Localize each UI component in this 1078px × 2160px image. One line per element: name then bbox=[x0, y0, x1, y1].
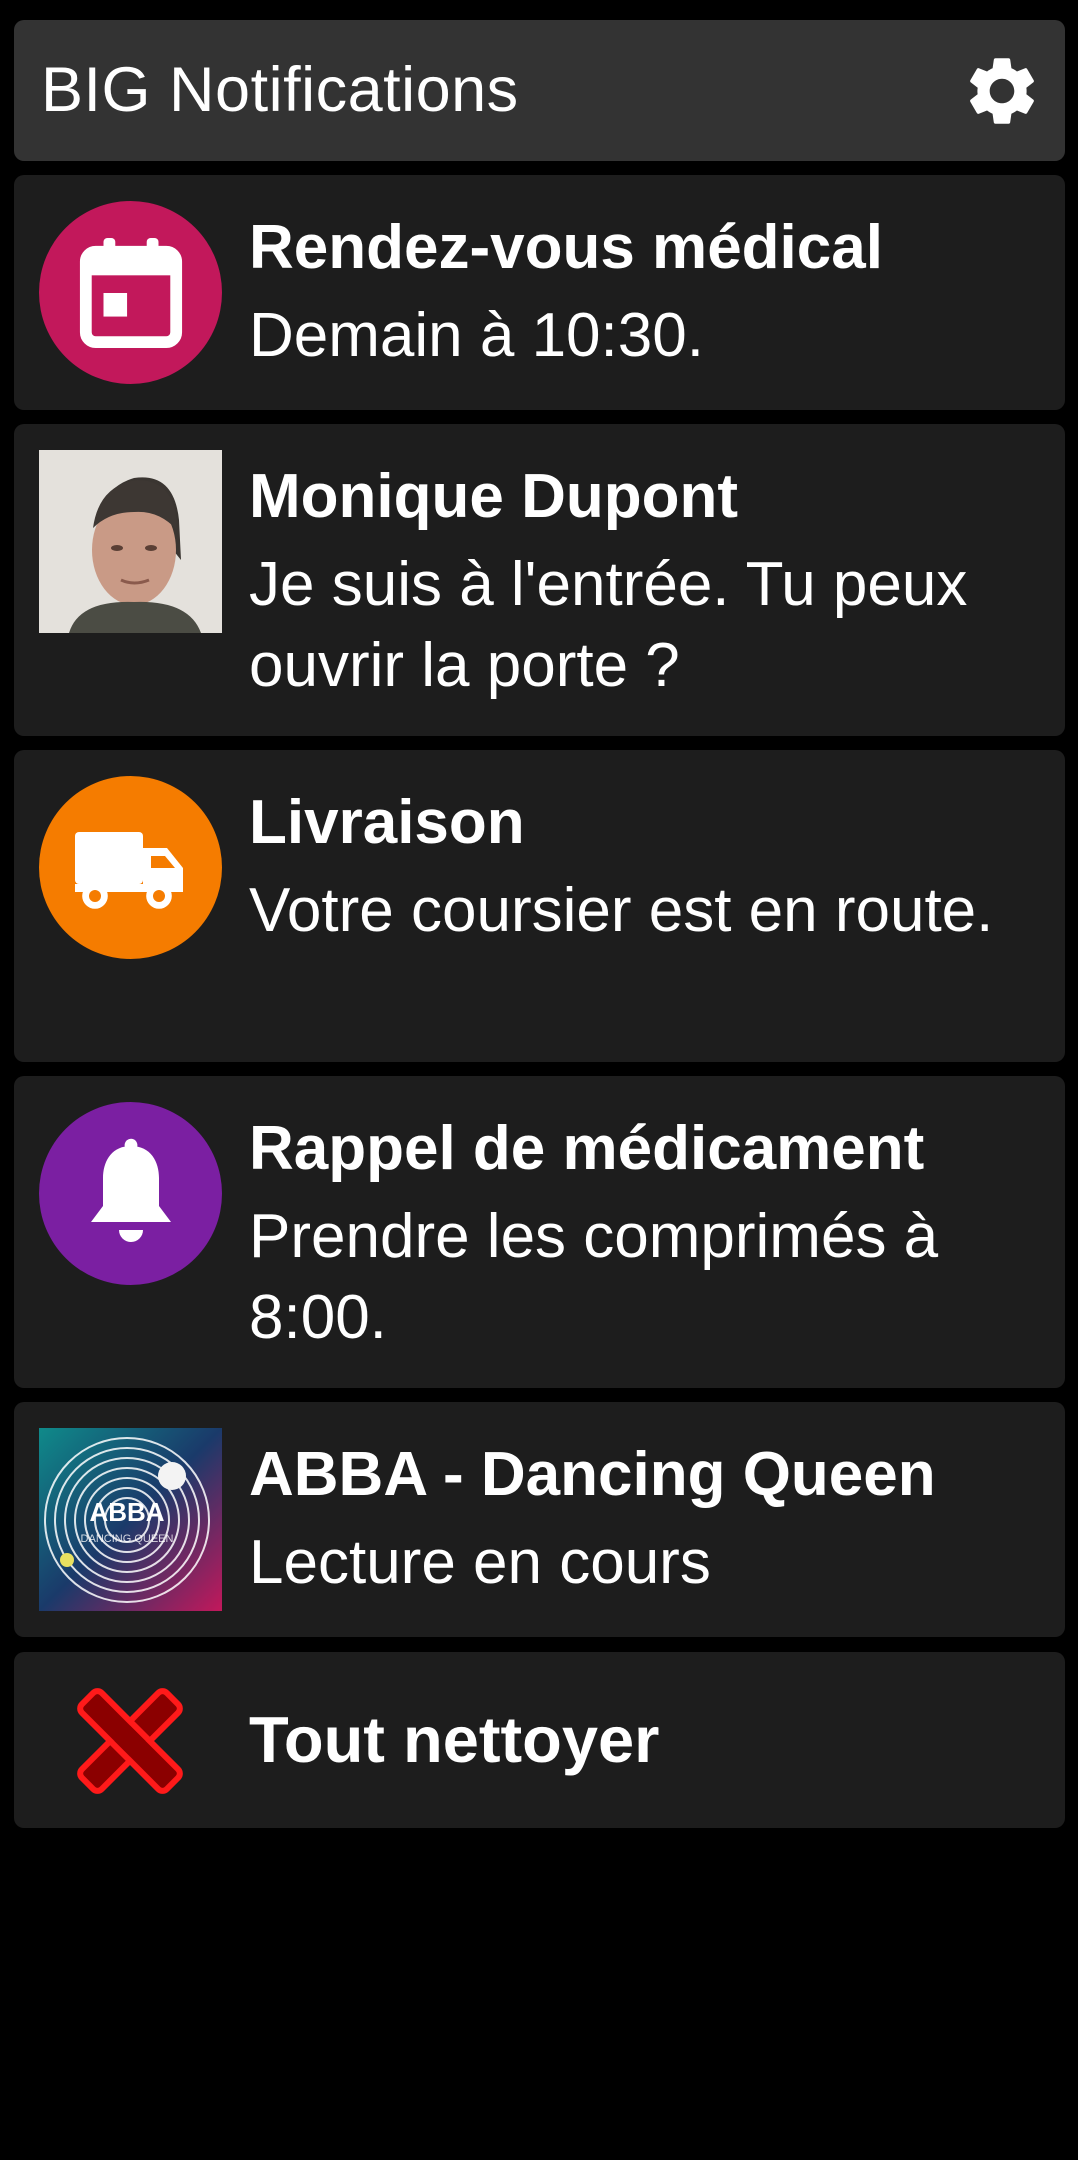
notification-medication[interactable]: Rappel de médicament Prendre les comprim… bbox=[14, 1076, 1065, 1388]
notification-title: Livraison bbox=[249, 788, 525, 857]
notification-title: Rendez-vous médical bbox=[249, 213, 883, 282]
notification-appointment[interactable]: Rendez-vous médical Demain à 10:30. bbox=[14, 175, 1065, 410]
delivery-icon-badge bbox=[39, 776, 222, 959]
notification-body: Votre coursier est en route. bbox=[249, 876, 994, 945]
notification-delivery[interactable]: Livraison Votre coursier est en route. bbox=[14, 750, 1065, 1062]
contact-avatar bbox=[39, 450, 222, 633]
notification-body: Prendre les comprimés à 8:00. bbox=[249, 1202, 939, 1352]
notification-body: Lecture en cours bbox=[249, 1528, 711, 1597]
bell-icon bbox=[90, 1138, 171, 1242]
album-art: ABBA DANCING QUEEN bbox=[39, 1428, 222, 1611]
clear-all-button[interactable]: Tout nettoyer bbox=[14, 1652, 1065, 1828]
truck-icon bbox=[74, 831, 183, 909]
notification-content: ABBA - Dancing Queen Lecture en cours bbox=[249, 1436, 1037, 1603]
notification-content: Rendez-vous médical Demain à 10:30. bbox=[249, 209, 1037, 376]
notification-content: Rappel de médicament Prendre les comprim… bbox=[249, 1110, 1037, 1358]
notification-content: Monique Dupont Je suis à l'entrée. Tu pe… bbox=[249, 458, 1037, 706]
album-logo-text: ABBA bbox=[89, 1497, 164, 1527]
app-title: BIG Notifications bbox=[41, 55, 519, 125]
app-header: BIG Notifications bbox=[14, 20, 1065, 161]
person-photo bbox=[39, 450, 222, 633]
medication-icon-badge bbox=[39, 1102, 222, 1285]
settings-button[interactable] bbox=[961, 50, 1043, 132]
calendar-icon bbox=[79, 237, 182, 348]
album-cover-image: ABBA DANCING QUEEN bbox=[39, 1428, 222, 1611]
close-icon bbox=[77, 1688, 183, 1794]
notification-media[interactable]: ABBA DANCING QUEEN ABBA - Dancing Queen … bbox=[14, 1402, 1065, 1637]
notification-body: Je suis à l'entrée. Tu peux ouvrir la po… bbox=[249, 550, 968, 700]
notification-content: Livraison Votre coursier est en route. bbox=[249, 784, 1037, 951]
gear-icon bbox=[970, 58, 1034, 124]
album-subtitle-text: DANCING QUEEN bbox=[81, 1533, 174, 1545]
notification-title: Monique Dupont bbox=[249, 462, 738, 531]
appointment-icon-badge bbox=[39, 201, 222, 384]
clear-all-label: Tout nettoyer bbox=[249, 1703, 660, 1776]
notification-body: Demain à 10:30. bbox=[249, 301, 704, 370]
notification-title: ABBA - Dancing Queen bbox=[249, 1440, 936, 1509]
notification-message[interactable]: Monique Dupont Je suis à l'entrée. Tu pe… bbox=[14, 424, 1065, 736]
notification-title: Rappel de médicament bbox=[249, 1114, 925, 1183]
